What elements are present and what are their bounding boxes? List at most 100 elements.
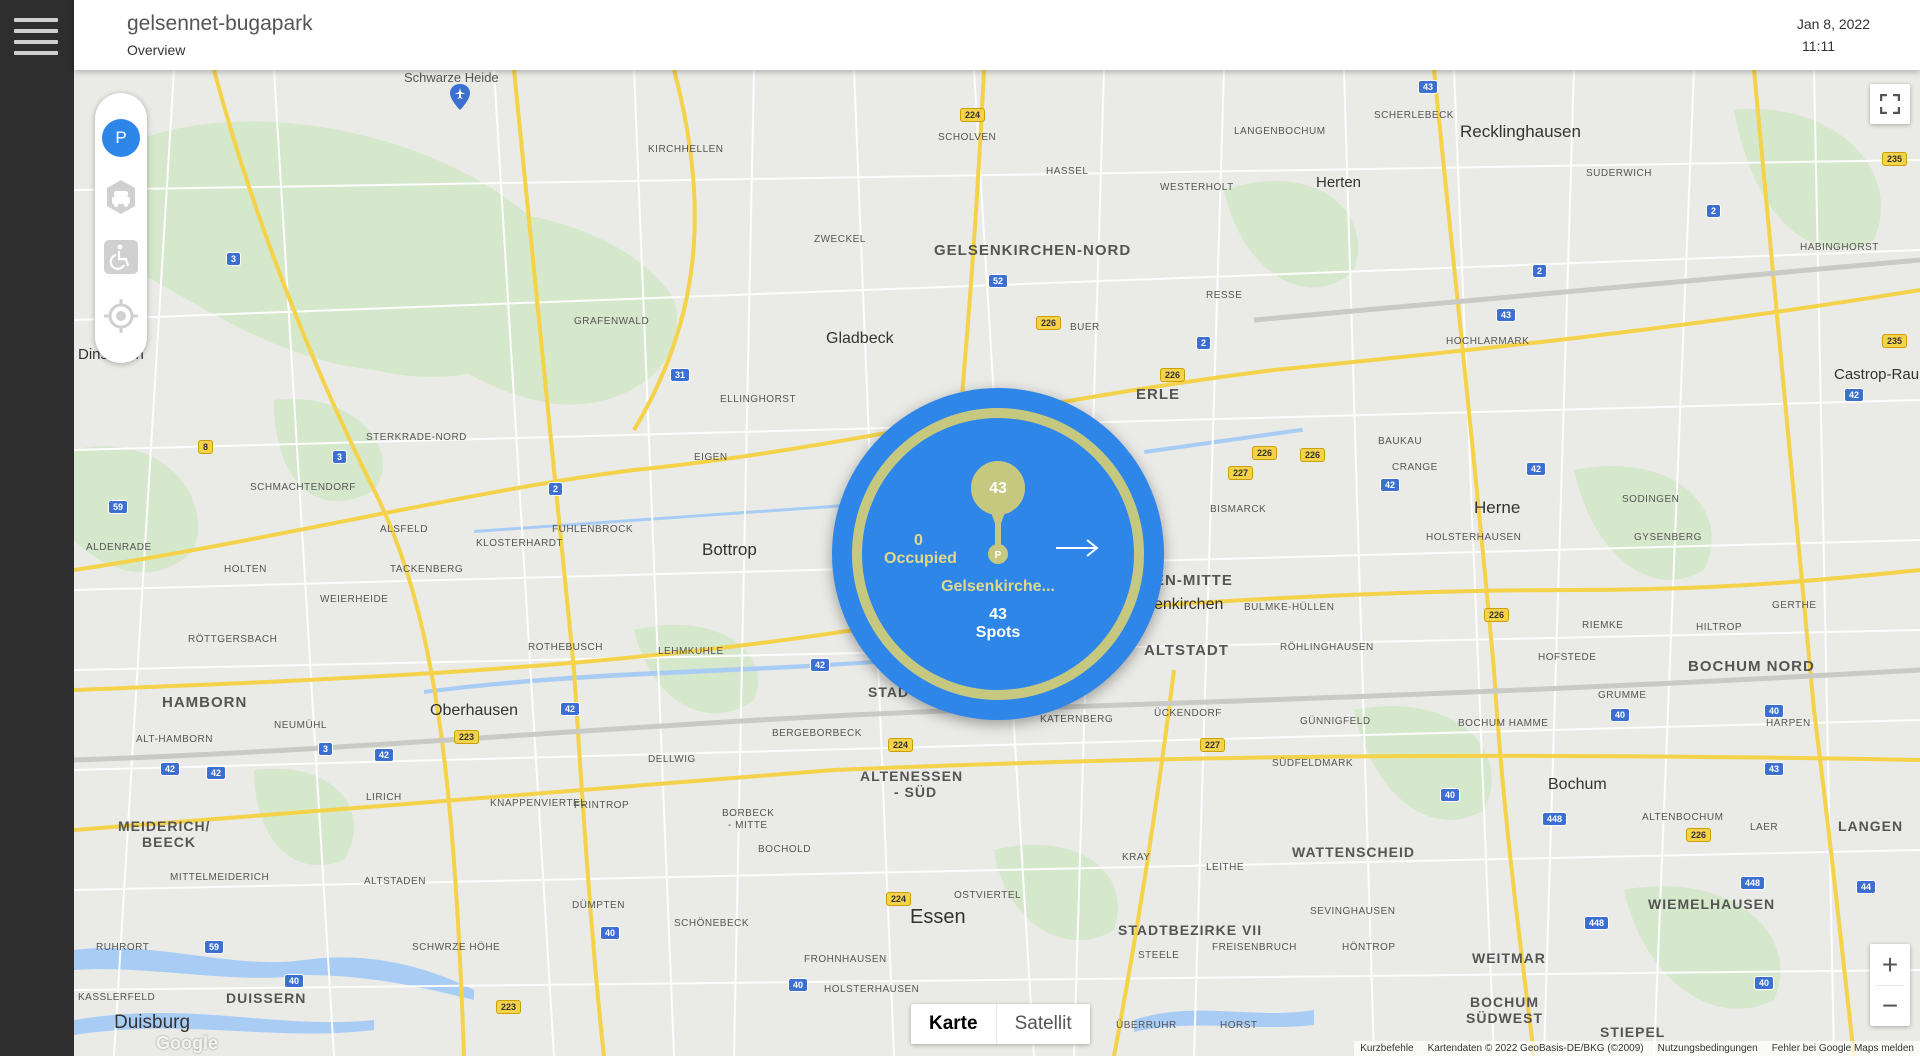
road-shield: 3 [332,450,348,464]
place-label: RIEMKE [1582,620,1624,631]
road-shield: 31 [670,368,691,382]
road-shield: 40 [1764,704,1785,718]
zoom-in-button[interactable]: + [1870,944,1910,985]
occupied-count: 0 [914,532,923,549]
parking-filter-button[interactable]: P [102,119,140,157]
road-shield: 42 [1526,462,1547,476]
road-shield: 224 [960,108,986,122]
place-label: BOCHUM HAMME [1458,718,1549,729]
place-label: DUISSERN [226,990,307,1006]
pin-letter: P [995,550,1002,561]
map-type-satellit[interactable]: Satellit [995,1004,1090,1044]
road-shield: 42 [160,762,181,776]
road-shield: 40 [1440,788,1461,802]
place-label: LEHMKUHLE [658,646,724,657]
place-label: HOLTEN [224,564,267,575]
place-label: BULMKE-HÜLLEN [1244,602,1335,613]
place-label: HILTROP [1696,622,1743,633]
place-label: HOFSTEDE [1538,652,1597,663]
parking-pin-icon: P [971,461,1025,564]
place-label: HARPEN [1766,718,1811,729]
place-label: DELLWIG [648,754,696,765]
place-label: HAMBORN [162,694,248,711]
filter-toolbar: P [95,93,147,363]
place-label: SCHÖNEBECK [674,918,750,929]
map-attribution: Kurzbefehle Kartendaten © 2022 GeoBasis-… [1354,1041,1920,1056]
road-shield: 224 [888,738,914,752]
map-type-control: Karte Satellit [911,1004,1090,1044]
place-label: BOCHOLD [758,844,811,855]
place-label: SEVINGHAUSEN [1310,906,1396,917]
time-display: 11:11 [1802,38,1835,54]
header: gelsennet-bugapark Overview Jan 8, 2022 … [74,0,1920,70]
place-label: TACKENBERG [390,564,464,575]
road-shield: 44 [1856,880,1877,894]
locate-button[interactable] [102,297,140,335]
road-shield: 40 [284,974,305,988]
place-label: HOLSTERHAUSEN [1426,532,1522,543]
place-label: GELSENKIRCHEN-NORD [934,242,1132,259]
map-canvas[interactable]: Schwarze Heide Recklinghausen Herten GEL… [74,70,1920,1056]
date-display: Jan 8, 2022 [1796,16,1870,32]
place-label: EIGEN [694,452,728,463]
road-shield: 42 [560,702,581,716]
fullscreen-button[interactable] [1870,84,1910,124]
place-label: SCHWRZE HÖHE [412,942,501,953]
map-type-karte[interactable]: Karte [911,1004,996,1044]
place-label: Oberhausen [430,702,519,719]
shortcuts-link[interactable]: Kurzbefehle [1360,1041,1413,1056]
wheelchair-icon [104,240,138,274]
menu-icon[interactable] [14,18,58,55]
place-label: SODINGEN [1622,494,1680,505]
road-shield: 59 [204,940,225,954]
place-label: ERLE [1136,386,1181,403]
terms-link[interactable]: Nutzungsbedingungen [1658,1041,1758,1056]
place-label: KASSLERFELD [78,992,156,1003]
road-shield: 3 [226,252,242,266]
parking-cluster-marker[interactable]: P 43 0 Occupied Gelsenkirche... 43 Spots [832,388,1164,720]
place-label: WEIERHEIDE [320,594,389,605]
pin-count: 43 [989,480,1007,497]
road-shield: 226 [1252,446,1278,460]
place-label: KLOSTERHARDT [476,538,564,549]
car-filter-button[interactable] [102,178,140,216]
parking-icon: P [115,128,127,147]
sidebar [0,0,74,1056]
place-label: GYSENBERG [1634,532,1702,543]
zoom-out-button[interactable]: − [1870,985,1910,1026]
road-shield: 227 [1200,738,1226,752]
place-label: ZWECKEL [814,234,866,245]
place-label: ELLINGHORST [720,394,797,405]
place-label: RÖTTGERSBACH [188,634,278,645]
place-label: BORBECK [722,808,775,819]
place-label: FREISENBRUCH [1212,942,1297,953]
place-label: Castrop-Rau [1834,366,1920,383]
accessible-filter-button[interactable] [102,238,140,276]
road-shield: 3 [318,742,334,756]
place-label: GRUMME [1598,690,1647,701]
place-label: - SÜD [894,784,938,800]
place-label: Essen [910,906,966,928]
road-shield: 223 [454,730,480,744]
place-label: LANGENBOCHUM [1234,126,1326,137]
road-shield: 2 [1706,204,1722,218]
place-label: ÜBERRUHR [1116,1020,1177,1031]
road-shield: 42 [1380,478,1401,492]
occupied-label: Occupied [884,550,957,567]
place-label: Bochum [1548,776,1607,793]
road-shield: 42 [1844,388,1865,402]
place-label: ALTSTADT [1144,642,1229,659]
road-shield: 59 [108,500,129,514]
place-label: CRANGE [1392,462,1438,473]
place-label: WEITMAR [1472,950,1546,966]
cluster-name: Gelsenkirche... [941,578,1055,595]
arrow-right-icon[interactable] [1056,538,1100,563]
place-label: Herne [1474,498,1521,517]
place-label: LIRICH [366,792,402,803]
place-label: LANGEN [1838,818,1904,834]
place-label: HOLSTERHAUSEN [824,984,920,995]
report-error-link[interactable]: Fehler bei Google Maps melden [1772,1041,1914,1056]
place-label: FROHNHAUSEN [804,954,887,965]
place-label: RUHRORT [96,942,150,953]
place-label: enkirchen [1154,596,1224,613]
